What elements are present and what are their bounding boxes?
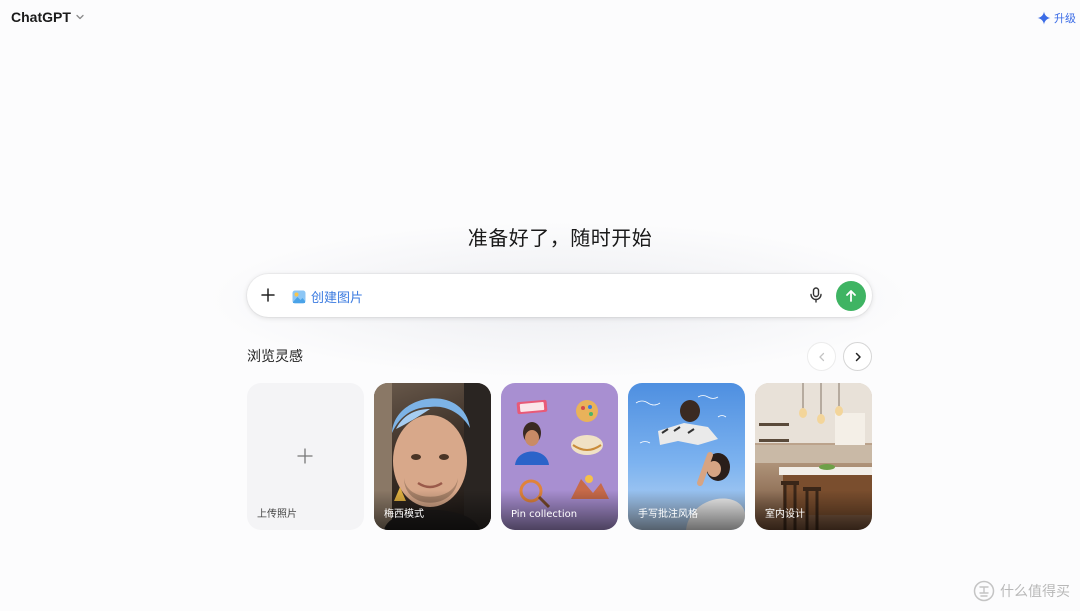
carousel-next-button[interactable]: [843, 342, 872, 371]
model-name: ChatGPT: [11, 9, 71, 25]
send-button[interactable]: [836, 281, 866, 311]
image-icon: [292, 290, 306, 303]
chevron-right-icon: [855, 352, 861, 361]
voice-input-button[interactable]: [806, 285, 826, 305]
card-label: 梅西模式: [384, 509, 424, 520]
card-label: 上传照片: [257, 509, 297, 520]
inspiration-card-upload-photo[interactable]: 上传照片: [247, 383, 364, 530]
upgrade-button[interactable]: 升级: [1037, 10, 1076, 26]
create-image-chip[interactable]: 创建图片: [292, 287, 363, 306]
card-label: 室内设计: [765, 509, 805, 520]
site-watermark: 什么值得买: [973, 580, 1070, 602]
create-image-label: 创建图片: [311, 291, 364, 306]
inspiration-card-interior-design[interactable]: 室内设计: [755, 383, 872, 530]
prompt-composer[interactable]: 创建图片: [247, 274, 872, 317]
watermark-text: 什么值得买: [1000, 584, 1070, 600]
watermark-logo-icon: [973, 580, 995, 602]
card-label: Pin collection: [511, 509, 578, 520]
card-label: 手写批注风格: [638, 509, 698, 520]
page-headline: 准备好了，随时开始: [467, 226, 653, 250]
inspiration-card-pin-collection[interactable]: Pin collection: [501, 383, 618, 530]
chevron-down-icon: [76, 14, 84, 20]
inspiration-card-messi-mode[interactable]: 梅西模式: [374, 383, 491, 530]
inspiration-card-handwritten-annotation[interactable]: 手写批注风格: [628, 383, 745, 530]
add-attachment-button[interactable]: [257, 284, 279, 306]
upgrade-label: 升级: [1054, 12, 1076, 25]
plus-icon: [297, 448, 313, 464]
plus-icon: [261, 288, 275, 302]
inspiration-title: 浏览灵感: [247, 349, 303, 365]
chevron-left-icon: [818, 352, 824, 361]
top-bar: ChatGPT 升级: [0, 0, 1080, 38]
carousel-prev-button[interactable]: [807, 342, 836, 371]
microphone-icon: [810, 287, 822, 303]
sparkle-icon: [1037, 11, 1051, 25]
arrow-up-icon: [846, 290, 856, 302]
model-switcher[interactable]: ChatGPT: [11, 9, 86, 25]
